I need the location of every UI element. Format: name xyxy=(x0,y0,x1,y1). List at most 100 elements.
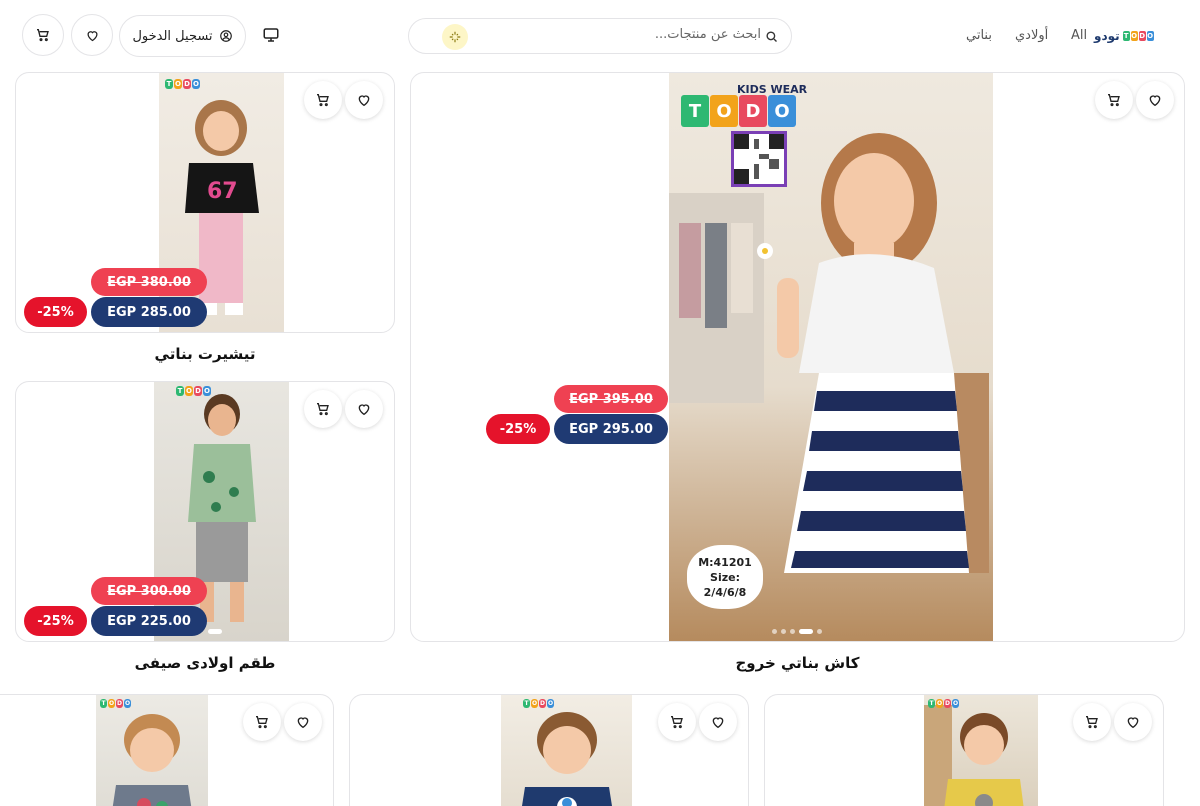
carousel-dot[interactable] xyxy=(208,629,222,634)
cart-icon xyxy=(1108,94,1120,107)
product-image[interactable]: T O D O xyxy=(501,695,632,806)
logo-letter: O xyxy=(1130,31,1138,41)
add-to-cart-button[interactable] xyxy=(658,703,696,741)
sparkle-icon xyxy=(449,31,461,43)
carousel-dot[interactable] xyxy=(772,629,777,634)
product-image[interactable]: T O D O xyxy=(924,695,1038,806)
logo-text: تودو xyxy=(1094,29,1120,43)
boy-tshirt-illustration xyxy=(112,714,192,806)
brand-letter: O xyxy=(203,386,211,396)
discount-badge: -25% xyxy=(486,414,550,444)
sale-price: EGP 295.00 xyxy=(554,414,668,444)
display-toggle[interactable] xyxy=(262,26,280,48)
cart-button[interactable] xyxy=(22,14,64,56)
heart-icon xyxy=(1149,95,1161,107)
wishlist-button[interactable] xyxy=(699,703,737,741)
heart-icon xyxy=(358,404,370,416)
heart-icon xyxy=(712,717,724,729)
brand-letter: D xyxy=(116,699,123,708)
brand-letter: D xyxy=(944,699,951,708)
login-label: تسجيل الدخول xyxy=(132,28,213,44)
carousel-dots[interactable] xyxy=(772,629,822,634)
featured-product-image[interactable]: T O D O KIDS WEAR M:41201 Size: 2/4/6/8 xyxy=(669,73,993,641)
logo-letter: O xyxy=(1146,31,1154,41)
brand-tag: T O D O xyxy=(523,699,554,708)
heart-icon xyxy=(358,95,370,107)
wishlist-button[interactable] xyxy=(284,703,322,741)
heart-icon xyxy=(297,717,309,729)
brand-letter: T xyxy=(100,699,107,708)
search-icon xyxy=(766,31,777,42)
qr-code-pattern xyxy=(734,134,784,184)
model-info-badge: M:41201 Size: 2/4/6/8 xyxy=(687,545,763,609)
wishlist-button[interactable] xyxy=(345,390,383,428)
carousel-dot[interactable] xyxy=(799,629,813,634)
add-to-cart-button[interactable] xyxy=(304,390,342,428)
brand-letter: D xyxy=(739,95,767,127)
add-to-cart-button[interactable] xyxy=(243,703,281,741)
brand-letter: O xyxy=(185,386,193,396)
qr-code xyxy=(731,131,787,187)
brand-caption: KIDS WEAR xyxy=(737,83,808,96)
cart-icon xyxy=(317,94,329,107)
product-card[interactable]: T O D O xyxy=(349,694,749,806)
sale-price: EGP 225.00 xyxy=(91,606,207,636)
cart-icon xyxy=(317,403,329,416)
logo-letter: T xyxy=(1122,31,1130,41)
wishlist-button[interactable] xyxy=(71,14,113,56)
brand-letter: O xyxy=(952,699,959,708)
login-button[interactable]: تسجيل الدخول xyxy=(119,15,246,57)
brand-letter: T xyxy=(165,79,173,89)
product-image[interactable]: T O D O xyxy=(96,695,208,806)
add-to-cart-button[interactable] xyxy=(1095,81,1133,119)
product-card[interactable]: T O D O xyxy=(0,694,334,806)
wishlist-button[interactable] xyxy=(1114,703,1152,741)
brand-letter: D xyxy=(194,386,202,396)
brand-letter: O xyxy=(531,699,538,708)
carousel-dot[interactable] xyxy=(817,629,822,634)
search-input[interactable]: ابحث عن منتجات... xyxy=(655,27,761,42)
nav-girls[interactable]: بناتي xyxy=(966,28,992,43)
brand-letter: O xyxy=(710,95,738,127)
carousel-dot[interactable] xyxy=(781,629,786,634)
cart-icon xyxy=(671,716,683,729)
search-bar[interactable]: ابحث عن منتجات... xyxy=(408,18,792,54)
add-to-cart-button[interactable] xyxy=(304,81,342,119)
size-label: Size: xyxy=(710,570,740,584)
discount-badge: -25% xyxy=(24,297,87,327)
brand-letter: O xyxy=(174,79,182,89)
brand-letter: O xyxy=(192,79,200,89)
product-card[interactable]: 67 T O D O EGP 380.00 EGP 285.00 -25% xyxy=(15,72,395,333)
brand-letter: T xyxy=(176,386,184,396)
carousel-dot[interactable] xyxy=(790,629,795,634)
ai-search-button[interactable] xyxy=(442,24,468,50)
product-card[interactable]: T O D O xyxy=(764,694,1164,806)
boy-duck-tshirt-illustration xyxy=(522,712,612,806)
wishlist-button[interactable] xyxy=(1136,81,1174,119)
brand-letter: T xyxy=(681,95,709,127)
heart-icon xyxy=(86,30,98,41)
nav-all[interactable]: All xyxy=(1071,28,1087,43)
svg-text:67: 67 xyxy=(207,179,238,204)
site-logo[interactable]: تودو T O D O xyxy=(1094,16,1156,56)
old-price: EGP 395.00 xyxy=(554,385,668,413)
add-to-cart-button[interactable] xyxy=(1073,703,1111,741)
cart-icon xyxy=(1086,716,1098,729)
user-icon xyxy=(219,30,232,42)
brand-tag: T O D O xyxy=(681,95,796,127)
carousel-dots[interactable] xyxy=(208,629,222,634)
brand-letter: O xyxy=(936,699,943,708)
featured-product-name[interactable]: كاش بناتي خروج xyxy=(410,654,1185,672)
discount-badge: -25% xyxy=(24,606,87,636)
nav-boys[interactable]: أولادي xyxy=(1015,28,1048,43)
boy-yellow-tshirt-illustration xyxy=(924,705,1024,806)
brand-tag: T O D O xyxy=(928,699,959,708)
product-name[interactable]: تيشيرت بناتي xyxy=(15,345,395,363)
featured-product-card[interactable]: T O D O KIDS WEAR M:41201 Size: 2/4/6/8 … xyxy=(410,72,1185,642)
product-name[interactable]: طقم اولادى صيفى xyxy=(15,654,395,672)
wishlist-button[interactable] xyxy=(345,81,383,119)
product-card[interactable]: T O D O EGP 300.00 EGP 225.00 -25% xyxy=(15,381,395,642)
brand-tag: T O D O xyxy=(100,699,131,708)
brand-letter: O xyxy=(124,699,131,708)
old-price: EGP 300.00 xyxy=(91,577,207,605)
